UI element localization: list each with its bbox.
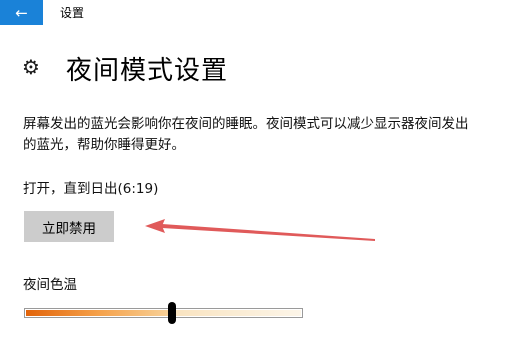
slider-fill [26,310,172,316]
annotation-arrow-body [162,224,375,241]
title-bar: ← 设置 [0,0,516,25]
slider-rest [172,310,301,316]
gear-icon: ⚙ [22,55,40,79]
page-title: 夜间模式设置 [66,56,229,86]
slider-thumb[interactable] [168,302,176,324]
description-text: 屏幕发出的蓝光会影响你在夜间的睡眠。夜间模式可以减少显示器夜间发出的蓝光，帮助你… [23,116,469,153]
color-temperature-label: 夜间色温 [23,277,77,293]
back-button[interactable]: ← [0,0,43,25]
disable-now-button[interactable]: 立即禁用 [24,211,114,242]
night-light-status: 打开，直到日出(6:19) [23,181,159,197]
back-arrow-icon: ← [15,3,28,22]
app-title: 设置 [60,6,85,20]
annotation-arrow [145,219,375,241]
color-temperature-slider[interactable] [24,302,303,324]
